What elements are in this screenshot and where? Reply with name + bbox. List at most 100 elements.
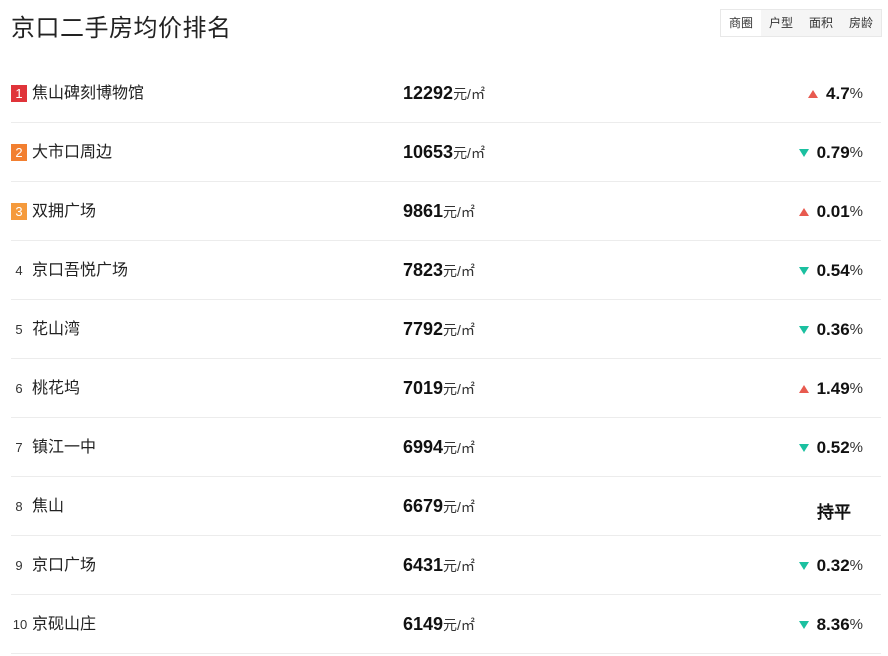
percent-sign: % bbox=[849, 321, 863, 338]
arrow-down-icon bbox=[798, 562, 809, 570]
percent-sign: % bbox=[849, 144, 863, 161]
average-price: 6431元/㎡ bbox=[403, 553, 475, 579]
rank-badge: 2 bbox=[11, 144, 27, 161]
page-header: 京口二手房均价排名 商圈 户型 面积 房龄 bbox=[0, 0, 888, 50]
ranking-row[interactable]: 7 镇江一中 6994元/㎡ 0.52% bbox=[11, 418, 881, 477]
percent-sign: % bbox=[849, 439, 863, 456]
price-value: 10653 bbox=[403, 142, 454, 162]
district-name[interactable]: 焦山碑刻博物馆 bbox=[32, 83, 144, 105]
price-change: 0.01% bbox=[798, 200, 863, 224]
district-name[interactable]: 京口广场 bbox=[32, 555, 96, 577]
ranking-row[interactable]: 2 大市口周边 10653元/㎡ 0.79% bbox=[11, 123, 881, 182]
district-name[interactable]: 大市口周边 bbox=[32, 142, 112, 164]
average-price: 7019元/㎡ bbox=[403, 376, 475, 402]
price-value: 12292 bbox=[403, 83, 454, 103]
district-name[interactable]: 京口吾悦广场 bbox=[32, 260, 128, 282]
arrow-down-icon bbox=[798, 326, 809, 334]
ranking-row[interactable]: 10 京砚山庄 6149元/㎡ 8.36% bbox=[11, 595, 881, 654]
price-change: 4.7% bbox=[808, 82, 863, 106]
change-value: 0.36 bbox=[816, 320, 850, 339]
price-unit: 元/㎡ bbox=[443, 381, 475, 397]
arrow-down-icon bbox=[798, 444, 809, 452]
district-name[interactable]: 焦山 bbox=[32, 496, 64, 518]
rank-badge: 9 bbox=[15, 558, 23, 573]
rank-badge: 10 bbox=[12, 617, 28, 632]
percent-sign: % bbox=[849, 380, 863, 397]
average-price: 7792元/㎡ bbox=[403, 317, 475, 343]
average-price: 12292元/㎡ bbox=[403, 81, 485, 107]
ranking-row[interactable]: 3 双拥广场 9861元/㎡ 0.01% bbox=[11, 182, 881, 241]
change-value: 1.49 bbox=[816, 379, 850, 398]
price-value: 6994 bbox=[403, 437, 444, 457]
arrow-down-icon bbox=[798, 267, 809, 275]
price-unit: 元/㎡ bbox=[443, 204, 475, 220]
change-value: 0.54 bbox=[816, 261, 850, 280]
rank-badge: 5 bbox=[15, 322, 23, 337]
price-change: 0.32% bbox=[798, 554, 863, 578]
price-unit: 元/㎡ bbox=[443, 617, 475, 633]
change-value: 0.01 bbox=[816, 202, 850, 221]
rank-badge: 7 bbox=[15, 440, 23, 455]
price-value: 6149 bbox=[403, 614, 444, 634]
tab-business-district[interactable]: 商圈 bbox=[721, 10, 761, 36]
price-change: 0.54% bbox=[798, 259, 863, 283]
percent-sign: % bbox=[849, 557, 863, 574]
ranking-row[interactable]: 9 京口广场 6431元/㎡ 0.32% bbox=[11, 536, 881, 595]
ranking-list: 1 焦山碑刻博物馆 12292元/㎡ 4.7% 2 大市口周边 10653元/㎡ 0.79% 3… bbox=[11, 64, 881, 654]
ranking-row[interactable]: 1 焦山碑刻博物馆 12292元/㎡ 4.7% bbox=[11, 64, 881, 123]
price-change: 0.52% bbox=[798, 436, 863, 460]
price-value: 7823 bbox=[403, 260, 444, 280]
change-value: 4.7 bbox=[826, 84, 850, 103]
percent-sign: % bbox=[849, 262, 863, 279]
average-price: 6994元/㎡ bbox=[403, 435, 475, 461]
change-value: 0.32 bbox=[816, 556, 850, 575]
district-name[interactable]: 桃花坞 bbox=[32, 378, 80, 400]
ranking-row[interactable]: 8 焦山 6679元/㎡ 持平 bbox=[11, 477, 881, 536]
tab-layout[interactable]: 户型 bbox=[761, 10, 801, 36]
arrow-down-icon bbox=[798, 621, 809, 629]
arrow-down-icon bbox=[798, 149, 809, 157]
average-price: 10653元/㎡ bbox=[403, 140, 485, 166]
ranking-row[interactable]: 6 桃花坞 7019元/㎡ 1.49% bbox=[11, 359, 881, 418]
price-value: 9861 bbox=[403, 201, 444, 221]
tab-area[interactable]: 面积 bbox=[801, 10, 841, 36]
rank-badge: 3 bbox=[11, 203, 27, 220]
price-change: 1.49% bbox=[798, 377, 863, 401]
price-unit: 元/㎡ bbox=[443, 499, 475, 515]
percent-sign: % bbox=[849, 85, 863, 102]
price-change: 8.36% bbox=[798, 613, 863, 637]
ranking-tabs: 商圈 户型 面积 房龄 bbox=[720, 9, 882, 37]
ranking-row[interactable]: 4 京口吾悦广场 7823元/㎡ 0.54% bbox=[11, 241, 881, 300]
change-value: 0.79 bbox=[816, 143, 850, 162]
price-value: 7792 bbox=[403, 319, 444, 339]
rank-badge: 8 bbox=[15, 499, 23, 514]
district-name[interactable]: 花山湾 bbox=[32, 319, 80, 341]
change-value: 8.36 bbox=[816, 615, 850, 634]
district-name[interactable]: 京砚山庄 bbox=[32, 614, 96, 636]
rank-badge: 4 bbox=[15, 263, 23, 278]
arrow-up-icon bbox=[808, 90, 819, 98]
price-unit: 元/㎡ bbox=[443, 322, 475, 338]
rank-badge: 1 bbox=[11, 85, 27, 102]
district-name[interactable]: 镇江一中 bbox=[32, 437, 96, 459]
percent-sign: % bbox=[849, 616, 863, 633]
page-title: 京口二手房均价排名 bbox=[11, 15, 232, 42]
change-flat: 持平 bbox=[817, 503, 851, 522]
percent-sign: % bbox=[849, 203, 863, 220]
tab-house-age[interactable]: 房龄 bbox=[841, 10, 881, 36]
price-unit: 元/㎡ bbox=[453, 86, 485, 102]
price-value: 7019 bbox=[403, 378, 444, 398]
price-value: 6431 bbox=[403, 555, 444, 575]
price-unit: 元/㎡ bbox=[443, 558, 475, 574]
price-value: 6679 bbox=[403, 496, 444, 516]
average-price: 6679元/㎡ bbox=[403, 494, 475, 520]
arrow-up-icon bbox=[798, 208, 809, 216]
ranking-row[interactable]: 5 花山湾 7792元/㎡ 0.36% bbox=[11, 300, 881, 359]
average-price: 7823元/㎡ bbox=[403, 258, 475, 284]
price-unit: 元/㎡ bbox=[443, 440, 475, 456]
average-price: 9861元/㎡ bbox=[403, 199, 475, 225]
average-price: 6149元/㎡ bbox=[403, 612, 475, 638]
price-unit: 元/㎡ bbox=[453, 145, 485, 161]
price-change: 0.36% bbox=[798, 318, 863, 342]
district-name[interactable]: 双拥广场 bbox=[32, 201, 96, 223]
